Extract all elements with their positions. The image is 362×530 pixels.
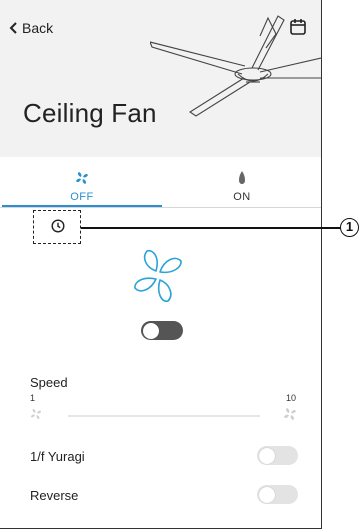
fan-icon bbox=[76, 172, 88, 184]
speed-slider[interactable] bbox=[68, 415, 260, 417]
reverse-toggle-knob bbox=[259, 486, 275, 503]
callout-number: 1 bbox=[340, 218, 359, 237]
calendar-icon[interactable] bbox=[289, 18, 307, 36]
reverse-label: Reverse bbox=[30, 488, 79, 503]
fan-small-icon bbox=[31, 409, 41, 419]
fan-large-icon bbox=[284, 408, 296, 420]
tab-on-label: ON bbox=[233, 191, 251, 203]
app-screen: Back Ceiling Fan OFF ON Speed 1 10 1/f Y… bbox=[0, 0, 322, 529]
yuragi-label: 1/f Yuragi bbox=[30, 449, 85, 464]
tab-on[interactable]: ON bbox=[162, 157, 321, 207]
back-button[interactable]: Back bbox=[9, 20, 53, 36]
active-tab-indicator bbox=[2, 205, 162, 207]
speed-label: Speed bbox=[30, 375, 68, 390]
yuragi-toggle[interactable] bbox=[257, 446, 298, 465]
speed-min-label: 1 bbox=[30, 393, 36, 403]
power-toggle[interactable] bbox=[141, 321, 183, 340]
fan-blades-icon[interactable] bbox=[132, 247, 184, 305]
tab-off-label: OFF bbox=[70, 191, 94, 203]
back-label: Back bbox=[22, 20, 54, 36]
yuragi-toggle-knob bbox=[259, 447, 275, 464]
mode-tabs: OFF ON bbox=[0, 157, 321, 208]
power-toggle-knob bbox=[143, 322, 159, 339]
header-hero: Back Ceiling Fan bbox=[0, 0, 321, 157]
callout-line bbox=[81, 227, 341, 229]
page-title: Ceiling Fan bbox=[23, 98, 157, 128]
tab-off[interactable]: OFF bbox=[2, 157, 162, 207]
clock-icon[interactable] bbox=[51, 219, 65, 233]
reverse-toggle[interactable] bbox=[257, 485, 298, 504]
speed-max-label: 10 bbox=[286, 393, 297, 403]
chevron-left-icon bbox=[9, 22, 17, 34]
lamp-icon bbox=[239, 171, 245, 184]
